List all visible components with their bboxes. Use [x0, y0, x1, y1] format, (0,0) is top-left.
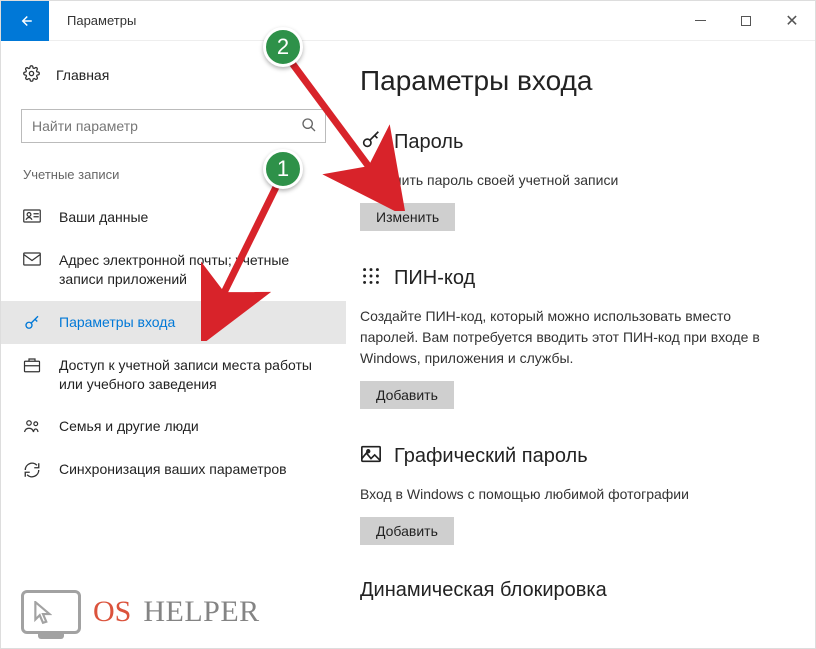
section-picture-password: Графический пароль Вход в Windows с помо…: [360, 443, 785, 545]
search-placeholder: Найти параметр: [32, 118, 138, 134]
sidebar-item-your-info[interactable]: Ваши данные: [1, 196, 346, 239]
mail-icon: [23, 252, 41, 266]
add-picture-password-button[interactable]: Добавить: [360, 517, 454, 545]
sidebar-item-email[interactable]: Адрес электронной почты; учетные записи …: [1, 239, 346, 301]
sync-icon: [23, 461, 41, 479]
close-button[interactable]: ✕: [769, 1, 815, 41]
sidebar-item-work-access[interactable]: Доступ к учетной записи места работы или…: [1, 344, 346, 406]
monitor-icon: [21, 590, 81, 634]
change-password-button[interactable]: Изменить: [360, 203, 455, 231]
sidebar-item-label: Адрес электронной почты; учетные записи …: [59, 251, 324, 289]
key-icon: [23, 314, 41, 332]
key-icon: [360, 129, 382, 156]
section-title: Динамическая блокировка: [360, 579, 607, 602]
section-pin: ПИН-код Создайте ПИН-код, который можно …: [360, 265, 785, 409]
section-password: Пароль Изменить пароль своей учетной зап…: [360, 129, 785, 231]
annotation-badge-1: 1: [263, 149, 303, 189]
annotation-badge-2: 2: [263, 27, 303, 67]
back-button[interactable]: [1, 1, 49, 41]
watermark-text-os: OS: [93, 595, 131, 629]
maximize-button[interactable]: [723, 1, 769, 41]
add-pin-button[interactable]: Добавить: [360, 381, 454, 409]
titlebar: Параметры ✕: [1, 1, 815, 41]
section-dynamic-lock: Динамическая блокировка: [360, 579, 785, 602]
window-controls: ✕: [677, 1, 815, 41]
sidebar-item-sync[interactable]: Синхронизация ваших параметров: [1, 448, 346, 491]
sidebar-item-label: Доступ к учетной записи места работы или…: [59, 356, 324, 394]
main-panel: Параметры входа Пароль Изменить пароль с…: [346, 41, 815, 648]
gear-icon: [23, 65, 40, 85]
section-description: Вход в Windows с помощью любимой фотогра…: [360, 484, 785, 505]
briefcase-icon: [23, 357, 41, 373]
person-card-icon: [23, 209, 41, 223]
pin-grid-icon: [360, 265, 382, 292]
watermark-text-helper: HELPER: [143, 595, 259, 629]
section-title: Графический пароль: [394, 445, 588, 468]
search-icon: [301, 117, 317, 136]
section-title: Пароль: [394, 131, 463, 154]
window-title: Параметры: [67, 13, 136, 28]
page-title: Параметры входа: [360, 65, 785, 97]
sidebar-item-signin-options[interactable]: Параметры входа: [1, 301, 346, 344]
sidebar-item-label: Семья и другие люди: [59, 417, 199, 436]
people-icon: [23, 418, 41, 434]
search-input[interactable]: Найти параметр: [21, 109, 326, 143]
sidebar-item-label: Параметры входа: [59, 313, 175, 332]
sidebar: Главная Найти параметр Учетные записи Ва…: [1, 41, 346, 648]
sidebar-item-family[interactable]: Семья и другие люди: [1, 405, 346, 448]
picture-icon: [360, 443, 382, 470]
minimize-button[interactable]: [677, 1, 723, 41]
section-description: Создайте ПИН-код, который можно использо…: [360, 306, 785, 369]
sidebar-home-label: Главная: [56, 67, 109, 83]
sidebar-item-label: Ваши данные: [59, 208, 148, 227]
section-title: ПИН-код: [394, 267, 475, 290]
section-description: Изменить пароль своей учетной записи: [360, 170, 785, 191]
watermark: OS HELPER: [21, 590, 260, 634]
sidebar-item-label: Синхронизация ваших параметров: [59, 460, 287, 479]
